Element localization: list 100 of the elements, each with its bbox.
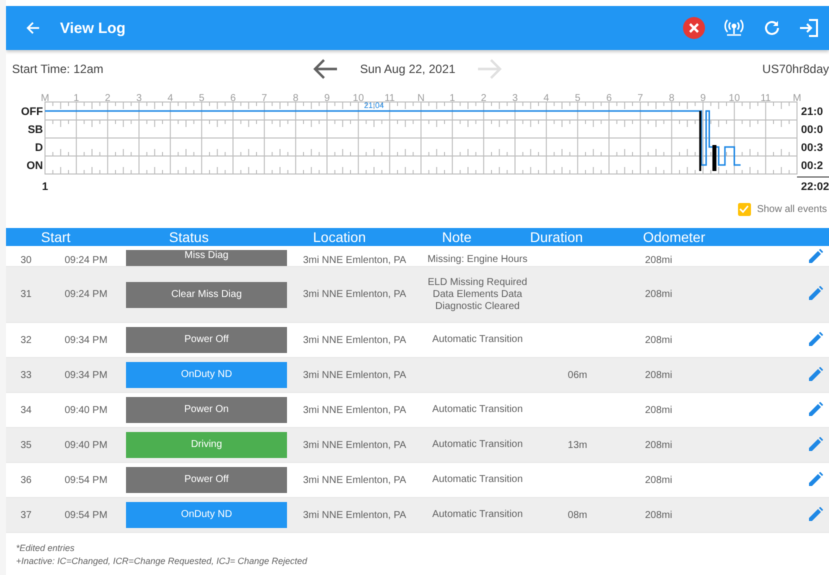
start-time: Start Time: 12am bbox=[12, 62, 104, 76]
table-row[interactable]: 35 09:40 PM Driving 3mi NNE Emlenton, PA Automatic Transition 13m 208mi bbox=[6, 428, 829, 463]
status-row-label: SB bbox=[28, 124, 43, 136]
note-cell: Automatic Transition bbox=[432, 334, 523, 345]
hour-label: 2 bbox=[104, 93, 110, 104]
edit-icon[interactable] bbox=[809, 332, 823, 346]
row-number: 32 bbox=[19, 334, 33, 346]
status-badge: Driving bbox=[126, 432, 287, 458]
hour-label: 10 bbox=[352, 93, 364, 104]
status-row-label: D bbox=[35, 142, 43, 154]
time-marker: 21:04 bbox=[364, 101, 384, 110]
app-title: View Log bbox=[60, 20, 126, 36]
start-time-cell-text: 09:40 PM bbox=[64, 404, 108, 416]
status-total: 00:3 bbox=[801, 142, 824, 154]
close-icon[interactable] bbox=[683, 17, 705, 39]
hour-label: M bbox=[40, 93, 50, 104]
refresh-icon[interactable] bbox=[763, 19, 781, 37]
back-arrow-icon[interactable] bbox=[26, 21, 40, 35]
location-cell-text: 3mi NNE Emlenton, PA bbox=[302, 255, 408, 266]
hour-label: 4 bbox=[168, 93, 174, 104]
start-time-cell-text: 09:54 PM bbox=[64, 474, 108, 486]
status-badge: OnDuty ND bbox=[126, 362, 287, 388]
table-row[interactable]: 33 09:34 PM OnDuty ND 3mi NNE Emlenton, PA 06m 208mi bbox=[6, 358, 829, 393]
event-marker bbox=[712, 145, 716, 171]
antenna-icon[interactable] bbox=[723, 18, 745, 38]
column-header: Location bbox=[313, 229, 367, 245]
duration-cell: 06m bbox=[568, 370, 588, 380]
event-marker bbox=[699, 111, 702, 171]
note-cell: ELD Missing Required Data Elements Data Diagnostic Cleared bbox=[428, 276, 528, 312]
location-cell-text: 3mi NNE Emlenton, PA bbox=[302, 440, 408, 450]
status-total: 21:0 bbox=[801, 106, 824, 118]
start-time-cell-text: 09:34 PM bbox=[64, 370, 108, 380]
hour-label: 3 bbox=[136, 93, 142, 104]
odometer-cell-text: 208mi bbox=[644, 289, 674, 300]
edit-icon[interactable] bbox=[809, 286, 823, 300]
table-row[interactable]: 37 09:54 PM OnDuty ND 3mi NNE Emlenton, PA Automatic Transition 08m 208mi bbox=[6, 498, 829, 533]
note-cell: Automatic Transition bbox=[432, 509, 523, 520]
status-badge: Clear Miss Diag bbox=[126, 282, 287, 308]
hour-label: 8 bbox=[668, 93, 674, 104]
show-all-checkbox[interactable] bbox=[738, 202, 751, 216]
odometer-cell-text: 208mi bbox=[644, 404, 674, 416]
hour-label: 7 bbox=[638, 93, 644, 104]
hour-label: 9 bbox=[324, 93, 330, 104]
start-time-cell-text: 09:54 PM bbox=[64, 510, 108, 520]
footnote: *Edited entries bbox=[16, 543, 76, 553]
hour-label: 1 bbox=[74, 93, 80, 104]
hour-label: 5 bbox=[574, 93, 580, 104]
checkbox-label: Show all events bbox=[756, 204, 827, 214]
edit-icon[interactable] bbox=[809, 436, 823, 450]
odometer-cell-text: 208mi bbox=[644, 440, 674, 450]
column-header: Start bbox=[40, 229, 72, 245]
location-cell-text: 3mi NNE Emlenton, PA bbox=[302, 289, 408, 300]
table-row[interactable]: 31 09:24 PM Clear Miss Diag 3mi NNE Emlenton, PA ELD Missing Required Data Elements Data Diagnostic Cleared 208mi bbox=[6, 267, 829, 323]
hour-label: 6 bbox=[606, 93, 612, 104]
hour-label: 8 bbox=[292, 93, 298, 104]
hour-label: 6 bbox=[230, 93, 236, 104]
location-cell-text: 3mi NNE Emlenton, PA bbox=[302, 404, 408, 416]
hour-label: 3 bbox=[512, 93, 518, 104]
hour-label: 4 bbox=[544, 93, 550, 104]
column-header: Duration bbox=[530, 229, 584, 245]
location-cell-text: 3mi NNE Emlenton, PA bbox=[302, 370, 408, 380]
edit-icon[interactable] bbox=[809, 249, 823, 263]
start-time-cell-text: 09:40 PM bbox=[64, 440, 108, 450]
edit-icon[interactable] bbox=[809, 506, 823, 520]
status-badge: OnDuty ND bbox=[126, 502, 287, 528]
row-number: 33 bbox=[19, 370, 33, 380]
hour-label: M bbox=[792, 93, 802, 104]
start-time-cell-text: 09:24 PM bbox=[64, 255, 108, 266]
hour-label: N bbox=[417, 93, 425, 104]
start-time-cell-text: 09:34 PM bbox=[64, 334, 108, 346]
row-number: 37 bbox=[19, 510, 33, 520]
hour-label: 7 bbox=[262, 93, 268, 104]
column-header: Status bbox=[169, 229, 210, 245]
duration-cell: 08m bbox=[568, 510, 588, 520]
column-header: Note bbox=[442, 229, 473, 245]
odometer-cell-text: 208mi bbox=[644, 255, 674, 266]
row-number: 31 bbox=[19, 289, 33, 300]
odometer-cell-text: 208mi bbox=[644, 510, 674, 520]
footnote: +Inactive: IC=Changed, ICR=Change Requested, ICJ= Change Rejected bbox=[16, 556, 308, 566]
location-cell-text: 3mi NNE Emlenton, PA bbox=[302, 510, 408, 520]
row-number: 34 bbox=[19, 404, 33, 416]
edit-icon[interactable] bbox=[809, 472, 823, 486]
hour-label: 11 bbox=[384, 93, 395, 104]
status-row-label: ON bbox=[26, 160, 43, 172]
hour-label: 5 bbox=[198, 93, 204, 104]
hour-label: 9 bbox=[700, 93, 706, 104]
edit-icon[interactable] bbox=[809, 366, 823, 380]
logout-icon[interactable] bbox=[799, 18, 819, 38]
location-cell-text: 3mi NNE Emlenton, PA bbox=[302, 334, 408, 346]
status-row-label: OFF bbox=[21, 106, 43, 118]
previous-arrow-icon[interactable] bbox=[312, 58, 338, 80]
status-badge: Miss Diag bbox=[126, 250, 287, 266]
hour-label: 2 bbox=[480, 93, 486, 104]
status-badge: Power Off bbox=[126, 467, 287, 493]
row-number: 35 bbox=[19, 440, 33, 450]
status-total: 00:0 bbox=[801, 124, 824, 136]
hour-label: 10 bbox=[728, 93, 740, 104]
note-cell: Automatic Transition bbox=[432, 474, 523, 485]
edit-icon[interactable] bbox=[809, 402, 823, 416]
ruleset-label: US70hr8day bbox=[762, 62, 829, 76]
